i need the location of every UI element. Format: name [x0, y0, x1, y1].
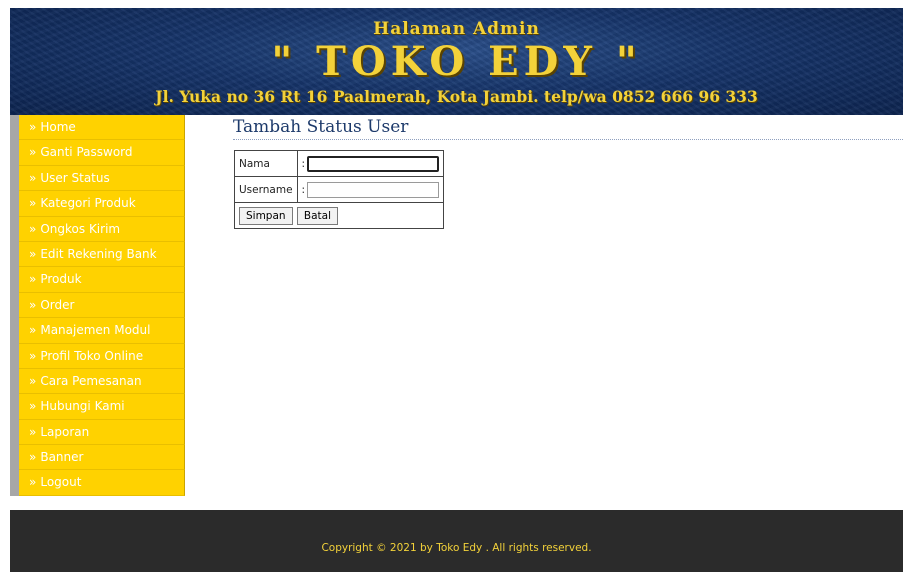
- copyright-text: Copyright © 2021 by Toko Edy . All right…: [321, 542, 592, 554]
- sidebar-item-label: Cara Pemesanan: [40, 373, 142, 388]
- arrow-icon: »: [29, 323, 37, 338]
- arrow-icon: »: [29, 373, 37, 388]
- header-title: " TOKO EDY ": [271, 38, 642, 85]
- sidebar-item-profil-toko-online[interactable]: » Profil Toko Online: [19, 343, 185, 369]
- sidebar-item-user-status[interactable]: » User Status: [19, 165, 185, 192]
- arrow-icon: »: [29, 120, 37, 134]
- sidebar-item-label: Home: [40, 120, 76, 134]
- username-field-cell: :: [296, 176, 445, 203]
- actions-cell: Simpan Batal: [233, 202, 445, 229]
- arrow-icon: »: [29, 145, 37, 160]
- sidebar-item-ganti-password[interactable]: » Ganti Password: [19, 140, 185, 166]
- page: Halaman Admin " TOKO EDY " Jl. Yuka no 3…: [10, 8, 903, 572]
- sidebar-item-home[interactable]: » Home: [19, 115, 185, 141]
- arrow-icon: »: [29, 196, 37, 211]
- site-footer: Copyright © 2021 by Toko Edy . All right…: [10, 510, 903, 572]
- cancel-button[interactable]: Batal: [296, 206, 339, 225]
- sidebar-item-hubungi-kami[interactable]: » Hubungi Kami: [19, 394, 185, 420]
- header-subtitle: Halaman Admin: [373, 19, 540, 39]
- arrow-icon: »: [29, 297, 37, 312]
- username-input[interactable]: [307, 181, 440, 198]
- sidebar-item-label: Banner: [40, 450, 84, 465]
- sidebar-item-edit-rekening-bank[interactable]: » Edit Rekening Bank: [19, 241, 185, 268]
- main-content: Tambah Status User Nama : Username : Sim…: [233, 115, 903, 229]
- sidebar-item-label: Profil Toko Online: [40, 348, 144, 363]
- sidebar-item-produk[interactable]: » Produk: [19, 267, 185, 293]
- form-row-username: Username :: [234, 176, 445, 203]
- sidebar-item-label: Hubungi Kami: [40, 399, 125, 414]
- arrow-icon: »: [29, 475, 37, 490]
- sidebar-item-banner[interactable]: » Banner: [19, 445, 185, 471]
- sidebar-item-label: Laporan: [40, 424, 90, 439]
- sidebar-item-kategori-produk[interactable]: » Kategori Produk: [19, 191, 185, 217]
- header-address: Jl. Yuka no 36 Rt 16 Paalmerah, Kota Jam…: [155, 87, 758, 106]
- arrow-icon: »: [29, 348, 37, 363]
- nama-label: Nama: [234, 150, 298, 177]
- sidebar-item-cara-pemesanan[interactable]: » Cara Pemesanan: [19, 368, 185, 395]
- arrow-icon: »: [29, 170, 37, 185]
- sidebar-item-laporan[interactable]: » Laporan: [19, 419, 185, 446]
- form-row-nama: Nama :: [234, 150, 445, 177]
- colon-separator: :: [301, 157, 306, 170]
- sidebar-item-ongkos-kirim[interactable]: » Ongkos Kirim: [19, 216, 185, 242]
- colon-separator: :: [301, 183, 306, 196]
- site-header: Halaman Admin " TOKO EDY " Jl. Yuka no 3…: [10, 8, 903, 115]
- sidebar-item-logout[interactable]: » Logout: [19, 470, 185, 496]
- sidebar-item-label: Edit Rekening Bank: [40, 246, 157, 261]
- sidebar-item-label: Manajemen Modul: [40, 323, 151, 338]
- add-user-status-form: Nama : Username : Simpan Batal: [233, 150, 445, 229]
- sidebar-item-manajemen-modul[interactable]: » Manajemen Modul: [19, 318, 185, 344]
- nama-input[interactable]: [307, 155, 440, 172]
- sidebar-edge: [10, 115, 19, 496]
- sidebar-menu: » Home » Ganti Password » User Status » Kate…: [19, 115, 185, 496]
- sidebar-item-label: Ganti Password: [40, 145, 133, 160]
- form-row-actions: Simpan Batal: [233, 202, 445, 229]
- arrow-icon: »: [29, 450, 37, 465]
- nama-field-cell: :: [296, 150, 445, 177]
- sidebar-item-label: Order: [40, 297, 75, 312]
- arrow-icon: »: [29, 221, 37, 236]
- arrow-icon: »: [29, 246, 37, 261]
- sidebar-item-label: Ongkos Kirim: [40, 221, 121, 236]
- save-button[interactable]: Simpan: [239, 206, 293, 225]
- sidebar-item-label: Produk: [40, 272, 82, 287]
- sidebar-item-label: Kategori Produk: [40, 196, 136, 211]
- sidebar-item-label: User Status: [40, 170, 110, 185]
- arrow-icon: »: [29, 399, 37, 414]
- sidebar-item-order[interactable]: » Order: [19, 292, 185, 319]
- arrow-icon: »: [29, 424, 37, 439]
- arrow-icon: »: [29, 272, 37, 287]
- username-label: Username: [234, 176, 298, 203]
- sidebar-item-label: Logout: [40, 475, 82, 490]
- page-title: Tambah Status User: [233, 115, 903, 140]
